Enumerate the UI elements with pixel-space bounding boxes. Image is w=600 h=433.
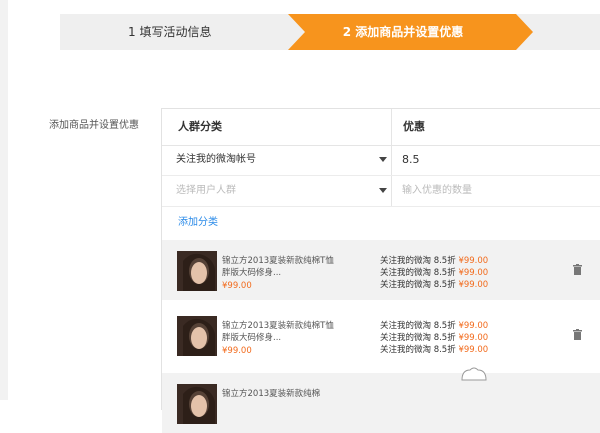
rule-text: 关注我的微淘 8.5折 [380,345,456,355]
product-title: 锦立方2013夏装新款纯棉T恤 胖版大码修身... [222,321,334,343]
chevron-down-icon[interactable] [379,157,387,162]
cursor-icon [461,367,487,381]
product-title: 锦立方2013夏装新款纯棉 [222,389,321,399]
rule-price: ¥99.00 [458,321,489,331]
rule-text: 关注我的微淘 8.5折 [380,256,456,266]
product-row: 锦立方2013夏装新款纯棉 [162,373,600,433]
header-discount: 优惠 [403,120,425,133]
product-row: 锦立方2013夏装新款纯棉T恤 胖版大码修身... ¥99.00 关注我的微淘 … [162,240,600,300]
table-row: 选择用户人群 输入优惠的数量 [162,176,600,207]
rule-price: ¥99.00 [458,280,489,290]
coupon-table: 人群分类 优惠 关注我的微淘帐号 8.5 选择用户人群 输入优惠的数量 添加分类… [161,108,600,433]
product-row: 锦立方2013夏装新款纯棉T恤 胖版大码修身... ¥99.00 关注我的微淘 … [162,305,600,365]
rule-text: 关注我的微淘 8.5折 [380,268,456,278]
table-row: 关注我的微淘帐号 8.5 [162,145,600,176]
step-1-label: 1 填写活动信息 [128,25,212,39]
add-category-link[interactable]: 添加分类 [178,213,218,228]
rule-text: 关注我的微淘 8.5折 [380,333,456,343]
left-edge [0,0,8,400]
table-header: 人群分类 优惠 [162,109,600,146]
step-2-label: 2 添加商品并设置优惠 [342,25,464,39]
product-title: 锦立方2013夏装新款纯棉T恤 胖版大码修身... [222,256,334,278]
rule-price: ¥99.00 [458,268,489,278]
trash-icon[interactable] [573,264,582,275]
product-thumbnail [177,316,217,356]
product-price: ¥99.00 [222,281,252,291]
product-price: ¥99.00 [222,346,252,356]
rule-price: ¥99.00 [458,256,489,266]
header-group: 人群分类 [178,120,222,133]
rule-price: ¥99.00 [458,345,489,355]
step-2-active: 2 添加商品并设置优惠 [288,14,533,50]
rule-text: 关注我的微淘 8.5折 [380,280,456,290]
rule-price: ¥99.00 [458,333,489,343]
discount-input[interactable]: 8.5 [402,145,420,175]
trash-icon[interactable] [573,329,582,340]
discount-rules: 关注我的微淘 8.5折 ¥99.00 关注我的微淘 8.5折 ¥99.00 关注… [380,320,488,356]
group-select[interactable]: 关注我的微淘帐号 [176,145,256,175]
chevron-down-icon[interactable] [379,188,387,193]
rule-text: 关注我的微淘 8.5折 [380,321,456,331]
section-label: 添加商品并设置优惠 [49,120,139,131]
discount-input-placeholder[interactable]: 输入优惠的数量 [402,176,472,206]
group-select-placeholder[interactable]: 选择用户人群 [176,176,236,206]
product-thumbnail [177,251,217,291]
discount-rules: 关注我的微淘 8.5折 ¥99.00 关注我的微淘 8.5折 ¥99.00 关注… [380,255,488,291]
product-thumbnail [177,384,217,424]
